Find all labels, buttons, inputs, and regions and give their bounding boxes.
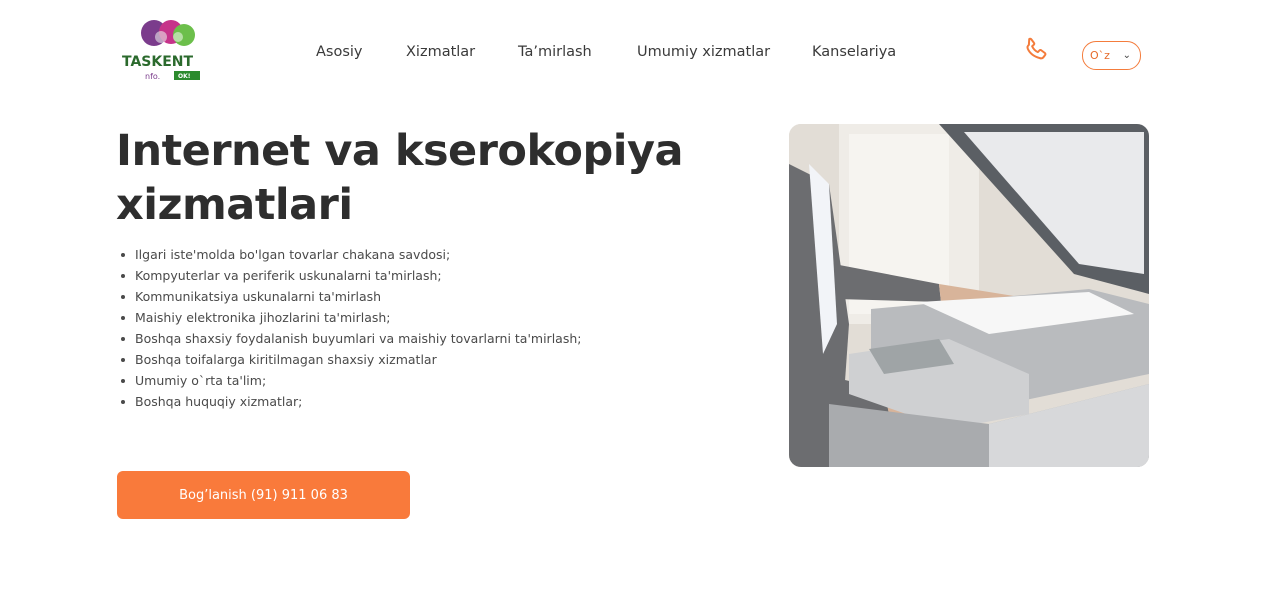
phone-icon[interactable]	[1021, 35, 1051, 65]
list-item: Boshqa huquqiy xizmatlar;	[121, 391, 581, 412]
copier-photo	[789, 124, 1149, 467]
nav-umumiy-xizmatlar[interactable]: Umumiy xizmatlar	[637, 44, 770, 60]
chevron-down-icon: ⌄	[1122, 50, 1131, 61]
title-line-1: Internet va kserokopiya	[116, 126, 684, 176]
list-item: Ilgari iste'molda bo'lgan tovarlar chaka…	[121, 244, 581, 265]
list-item: Boshqa toifalarga kiritilmagan shaxsiy x…	[121, 349, 581, 370]
nav-kanselariya[interactable]: Kanselariya	[812, 44, 896, 60]
logo-text-top: TASKENT	[122, 54, 194, 70]
list-item: Maishiy elektronika jihozlarini ta'mirla…	[121, 307, 581, 328]
services-list: Ilgari iste'molda bo'lgan tovarlar chaka…	[121, 244, 581, 412]
contact-button[interactable]: Bog’lanish (91) 911 06 83	[117, 471, 410, 519]
title-line-2: xizmatlari	[116, 180, 353, 230]
list-item: Boshqa shaxsiy foydalanish buyumlari va …	[121, 328, 581, 349]
list-item: Umumiy o`rta ta'lim;	[121, 370, 581, 391]
logo-badge: OK!	[178, 73, 191, 80]
list-item: Kommunikatsiya uskunalarni ta'mirlash	[121, 286, 581, 307]
language-select[interactable]: O`z ⌄	[1082, 41, 1141, 70]
list-item: Kompyuterlar va periferik uskunalarni ta…	[121, 265, 581, 286]
nav-xizmatlar[interactable]: Xizmatlar	[406, 44, 475, 60]
page-title: Internet va kserokopiya xizmatlari	[116, 124, 716, 232]
nav-asosiy[interactable]: Asosiy	[316, 44, 363, 60]
site-logo[interactable]: TASKENT nfo. OK!	[121, 15, 209, 83]
logo-text-bottom: nfo.	[145, 72, 160, 81]
nav-tamirlash[interactable]: Ta’mirlash	[518, 44, 592, 60]
language-selected: O`z	[1090, 49, 1110, 62]
